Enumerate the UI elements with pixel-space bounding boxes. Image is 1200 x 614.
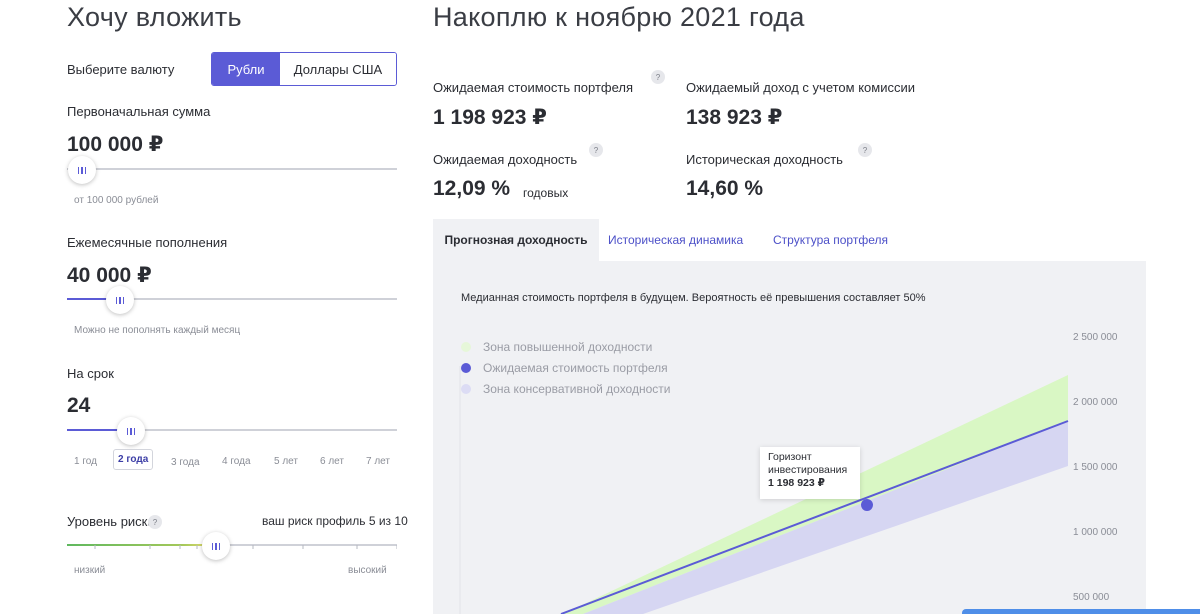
risk-ticks [94, 545, 397, 549]
initial-sum-track[interactable] [67, 168, 397, 170]
currency-label: Выберите валюту [67, 62, 175, 77]
expected-value-help-icon[interactable]: ? [651, 70, 665, 84]
term-option-7[interactable]: 7 лет [366, 456, 390, 467]
initial-sum-value[interactable]: 100 000 ₽ [67, 132, 163, 157]
risk-label: Уровень риска [67, 514, 155, 529]
expected-income-label: Ожидаемый доход с учетом комиссии [686, 80, 915, 95]
monthly-value[interactable]: 40 000 ₽ [67, 263, 152, 288]
horizon-tooltip: Горизонт инвестирования 1 198 923 ₽ [760, 447, 860, 499]
ytick-1000000: 1 000 000 [1073, 527, 1118, 538]
term-thumb[interactable] [117, 417, 145, 445]
risk-help-icon[interactable]: ? [148, 515, 162, 529]
monthly-hint: Можно не пополнять каждый месяц [74, 325, 241, 336]
historic-yield-help-icon[interactable]: ? [858, 143, 872, 157]
risk-high-label: высокий [348, 565, 387, 576]
term-option-1[interactable]: 1 год [74, 456, 97, 467]
expected-value-label: Ожидаемая стоимость портфеля [433, 80, 634, 95]
monthly-label: Ежемесячные пополнения [67, 235, 228, 250]
initial-sum-label: Первоначальная сумма [67, 104, 211, 119]
tooltip-line2: инвестирования [768, 464, 848, 476]
historic-yield: 14,60 % [686, 177, 764, 200]
term-value[interactable]: 24 [67, 394, 90, 418]
risk-thumb[interactable] [202, 532, 230, 560]
term-label: На срок [67, 366, 114, 381]
historic-yield-label: Историческая доходность [686, 152, 843, 167]
term-option-4[interactable]: 4 года [222, 456, 251, 467]
expected-income: 138 923 ₽ [686, 106, 783, 129]
currency-usd-button[interactable]: Доллары США [280, 53, 396, 85]
expected-yield-label: Ожидаемая доходность [433, 152, 578, 167]
tab-structure[interactable]: Структура портфеля [773, 233, 888, 247]
expected-yield-help-icon[interactable]: ? [589, 143, 603, 157]
currency-rub-button[interactable]: Рубли [212, 53, 280, 85]
tooltip-line1: Горизонт [768, 451, 812, 463]
initial-sum-thumb[interactable] [68, 156, 96, 184]
term-option-6[interactable]: 6 лет [320, 456, 344, 467]
ytick-1500000: 1 500 000 [1073, 462, 1118, 473]
risk-profile-text: ваш риск профиль 5 из 10 [262, 514, 408, 528]
tab-forecast[interactable]: Прогнозная доходность [433, 219, 599, 261]
monthly-thumb[interactable] [106, 286, 134, 314]
ytick-2000000: 2 000 000 [1073, 397, 1118, 408]
expected-value: 1 198 923 ₽ [433, 106, 547, 129]
term-option-3[interactable]: 3 года [171, 457, 200, 468]
expected-yield-suffix: годовых [523, 186, 569, 200]
risk-low-label: низкий [74, 565, 106, 576]
page-title-right: Накоплю к ноябрю 2021 года [433, 2, 805, 32]
term-option-2[interactable]: 2 года [113, 449, 154, 470]
tooltip-value: 1 198 923 ₽ [768, 477, 825, 489]
bottom-widget-edge[interactable] [962, 609, 1200, 614]
page-title-left: Хочу вложить [67, 2, 242, 32]
forecast-chart [459, 366, 1069, 614]
tab-history[interactable]: Историческая динамика [608, 233, 743, 247]
ytick-2500000: 2 500 000 [1073, 332, 1118, 343]
term-option-5[interactable]: 5 лет [274, 456, 298, 467]
initial-sum-hint: от 100 000 рублей [74, 195, 159, 206]
ytick-500000: 500 000 [1073, 592, 1110, 603]
expected-yield: 12,09 % [433, 177, 511, 200]
horizon-point [861, 499, 873, 511]
currency-switch: Рубли Доллары США [211, 52, 397, 86]
